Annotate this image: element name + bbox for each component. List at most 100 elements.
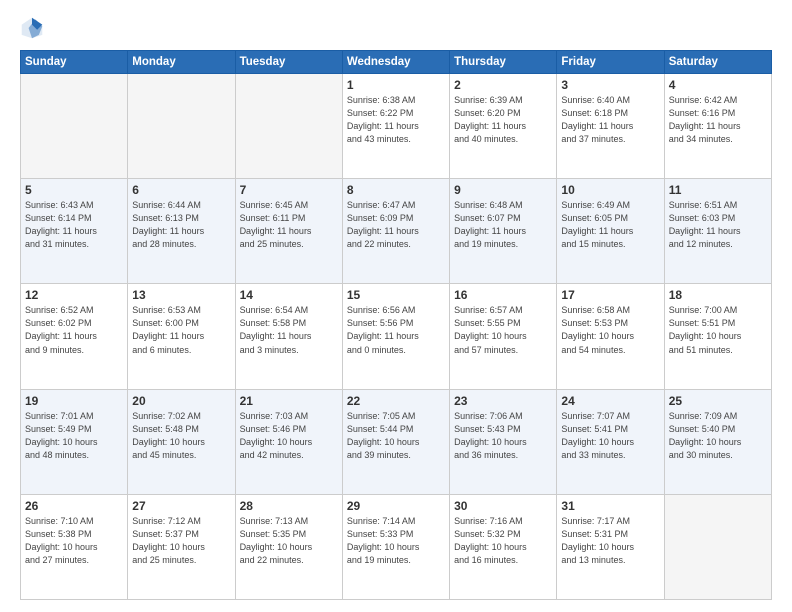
- calendar-day-18: 18Sunrise: 7:00 AM Sunset: 5:51 PM Dayli…: [664, 284, 771, 389]
- day-number: 20: [132, 394, 230, 408]
- day-number: 18: [669, 288, 767, 302]
- day-number: 16: [454, 288, 552, 302]
- day-info: Sunrise: 6:54 AM Sunset: 5:58 PM Dayligh…: [240, 304, 338, 356]
- calendar-week-row: 1 Sunrise: 6:38 AM Sunset: 6:22 PM Daylig…: [21, 74, 772, 179]
- day-number: 21: [240, 394, 338, 408]
- day-info: Sunrise: 6:48 AM Sunset: 6:07 PM Dayligh…: [454, 199, 552, 251]
- calendar-day-24: 24 Sunrise: 7:07 AM Sunset: 5:41 PM Dayli…: [557, 389, 664, 494]
- calendar-day-2: 2 Sunrise: 6:39 AM Sunset: 6:20 PM Daylig…: [450, 74, 557, 179]
- calendar-day-empty: [664, 494, 771, 599]
- calendar-day-26: 26Sunrise: 7:10 AM Sunset: 5:38 PM Dayli…: [21, 494, 128, 599]
- header: [20, 16, 772, 40]
- day-number: 12: [25, 288, 123, 302]
- day-number: 7: [240, 183, 338, 197]
- calendar-day-21: 21 Sunrise: 7:03 AM Sunset: 5:46 PM Dayli…: [235, 389, 342, 494]
- calendar-day-7: 7Sunrise: 6:45 AM Sunset: 6:11 PM Daylig…: [235, 179, 342, 284]
- day-info: Sunrise: 6:44 AM Sunset: 6:13 PM Dayligh…: [132, 199, 230, 251]
- calendar-day-30: 30 Sunrise: 7:16 AM Sunset: 5:32 PM Dayli…: [450, 494, 557, 599]
- day-number: 24: [561, 394, 659, 408]
- day-info: Sunrise: 6:47 AM Sunset: 6:09 PM Dayligh…: [347, 199, 445, 251]
- day-info: Sunrise: 6:39 AM Sunset: 6:20 PM Dayligh…: [454, 94, 552, 146]
- weekday-header-row: SundayMondayTuesdayWednesdayThursdayFrid…: [21, 51, 772, 74]
- day-number: 2: [454, 78, 552, 92]
- day-number: 19: [25, 394, 123, 408]
- day-info: Sunrise: 6:51 AM Sunset: 6:03 PM Dayligh…: [669, 199, 767, 251]
- weekday-header-sunday: Sunday: [21, 51, 128, 74]
- calendar-day-10: 10 Sunrise: 6:49 AM Sunset: 6:05 PM Dayli…: [557, 179, 664, 284]
- day-info: Sunrise: 6:49 AM Sunset: 6:05 PM Dayligh…: [561, 199, 659, 251]
- calendar-day-22: 22 Sunrise: 7:05 AM Sunset: 5:44 PM Dayli…: [342, 389, 449, 494]
- calendar-week-row: 26Sunrise: 7:10 AM Sunset: 5:38 PM Dayli…: [21, 494, 772, 599]
- day-number: 28: [240, 499, 338, 513]
- weekday-header-monday: Monday: [128, 51, 235, 74]
- calendar-day-1: 1 Sunrise: 6:38 AM Sunset: 6:22 PM Daylig…: [342, 74, 449, 179]
- day-number: 8: [347, 183, 445, 197]
- weekday-header-saturday: Saturday: [664, 51, 771, 74]
- day-number: 3: [561, 78, 659, 92]
- calendar-table: SundayMondayTuesdayWednesdayThursdayFrid…: [20, 50, 772, 600]
- day-info: Sunrise: 6:56 AM Sunset: 5:56 PM Dayligh…: [347, 304, 445, 356]
- calendar-day-13: 13 Sunrise: 6:53 AM Sunset: 6:00 PM Dayli…: [128, 284, 235, 389]
- day-info: Sunrise: 7:13 AM Sunset: 5:35 PM Dayligh…: [240, 515, 338, 567]
- day-number: 1: [347, 78, 445, 92]
- day-number: 13: [132, 288, 230, 302]
- day-info: Sunrise: 6:38 AM Sunset: 6:22 PM Dayligh…: [347, 94, 445, 146]
- day-info: Sunrise: 6:53 AM Sunset: 6:00 PM Dayligh…: [132, 304, 230, 356]
- calendar-day-23: 23 Sunrise: 7:06 AM Sunset: 5:43 PM Dayli…: [450, 389, 557, 494]
- calendar-day-12: 12 Sunrise: 6:52 AM Sunset: 6:02 PM Dayli…: [21, 284, 128, 389]
- calendar-day-14: 14Sunrise: 6:54 AM Sunset: 5:58 PM Dayli…: [235, 284, 342, 389]
- day-number: 15: [347, 288, 445, 302]
- calendar-day-empty: [128, 74, 235, 179]
- day-info: Sunrise: 6:52 AM Sunset: 6:02 PM Dayligh…: [25, 304, 123, 356]
- day-number: 17: [561, 288, 659, 302]
- calendar-day-9: 9 Sunrise: 6:48 AM Sunset: 6:07 PM Daylig…: [450, 179, 557, 284]
- calendar-day-15: 15 Sunrise: 6:56 AM Sunset: 5:56 PM Dayli…: [342, 284, 449, 389]
- day-info: Sunrise: 7:12 AM Sunset: 5:37 PM Dayligh…: [132, 515, 230, 567]
- calendar-day-8: 8 Sunrise: 6:47 AM Sunset: 6:09 PM Daylig…: [342, 179, 449, 284]
- calendar-day-empty: [235, 74, 342, 179]
- logo: [20, 16, 48, 40]
- day-info: Sunrise: 7:01 AM Sunset: 5:49 PM Dayligh…: [25, 410, 123, 462]
- calendar-day-29: 29Sunrise: 7:14 AM Sunset: 5:33 PM Dayli…: [342, 494, 449, 599]
- weekday-header-tuesday: Tuesday: [235, 51, 342, 74]
- weekday-header-thursday: Thursday: [450, 51, 557, 74]
- calendar-day-27: 27 Sunrise: 7:12 AM Sunset: 5:37 PM Dayli…: [128, 494, 235, 599]
- day-info: Sunrise: 6:43 AM Sunset: 6:14 PM Dayligh…: [25, 199, 123, 251]
- calendar-day-16: 16 Sunrise: 6:57 AM Sunset: 5:55 PM Dayli…: [450, 284, 557, 389]
- day-number: 22: [347, 394, 445, 408]
- day-number: 10: [561, 183, 659, 197]
- day-info: Sunrise: 7:03 AM Sunset: 5:46 PM Dayligh…: [240, 410, 338, 462]
- day-number: 5: [25, 183, 123, 197]
- day-number: 25: [669, 394, 767, 408]
- calendar-day-11: 11 Sunrise: 6:51 AM Sunset: 6:03 PM Dayli…: [664, 179, 771, 284]
- day-number: 11: [669, 183, 767, 197]
- calendar-day-17: 17 Sunrise: 6:58 AM Sunset: 5:53 PM Dayli…: [557, 284, 664, 389]
- day-info: Sunrise: 7:02 AM Sunset: 5:48 PM Dayligh…: [132, 410, 230, 462]
- calendar-day-6: 6Sunrise: 6:44 AM Sunset: 6:13 PM Daylig…: [128, 179, 235, 284]
- day-number: 9: [454, 183, 552, 197]
- day-info: Sunrise: 6:57 AM Sunset: 5:55 PM Dayligh…: [454, 304, 552, 356]
- weekday-header-friday: Friday: [557, 51, 664, 74]
- day-number: 26: [25, 499, 123, 513]
- calendar-day-19: 19 Sunrise: 7:01 AM Sunset: 5:49 PM Dayli…: [21, 389, 128, 494]
- calendar-week-row: 5 Sunrise: 6:43 AM Sunset: 6:14 PM Daylig…: [21, 179, 772, 284]
- logo-icon: [20, 16, 44, 40]
- day-info: Sunrise: 7:14 AM Sunset: 5:33 PM Dayligh…: [347, 515, 445, 567]
- day-number: 27: [132, 499, 230, 513]
- calendar-day-20: 20 Sunrise: 7:02 AM Sunset: 5:48 PM Dayli…: [128, 389, 235, 494]
- page: SundayMondayTuesdayWednesdayThursdayFrid…: [0, 0, 792, 612]
- day-info: Sunrise: 7:06 AM Sunset: 5:43 PM Dayligh…: [454, 410, 552, 462]
- day-info: Sunrise: 7:07 AM Sunset: 5:41 PM Dayligh…: [561, 410, 659, 462]
- calendar-day-25: 25 Sunrise: 7:09 AM Sunset: 5:40 PM Dayli…: [664, 389, 771, 494]
- day-info: Sunrise: 6:58 AM Sunset: 5:53 PM Dayligh…: [561, 304, 659, 356]
- day-info: Sunrise: 6:40 AM Sunset: 6:18 PM Dayligh…: [561, 94, 659, 146]
- day-number: 30: [454, 499, 552, 513]
- calendar-day-4: 4Sunrise: 6:42 AM Sunset: 6:16 PM Daylig…: [664, 74, 771, 179]
- day-info: Sunrise: 7:05 AM Sunset: 5:44 PM Dayligh…: [347, 410, 445, 462]
- day-info: Sunrise: 7:09 AM Sunset: 5:40 PM Dayligh…: [669, 410, 767, 462]
- day-info: Sunrise: 7:16 AM Sunset: 5:32 PM Dayligh…: [454, 515, 552, 567]
- day-number: 31: [561, 499, 659, 513]
- calendar-week-row: 12 Sunrise: 6:52 AM Sunset: 6:02 PM Dayli…: [21, 284, 772, 389]
- day-number: 23: [454, 394, 552, 408]
- day-info: Sunrise: 6:42 AM Sunset: 6:16 PM Dayligh…: [669, 94, 767, 146]
